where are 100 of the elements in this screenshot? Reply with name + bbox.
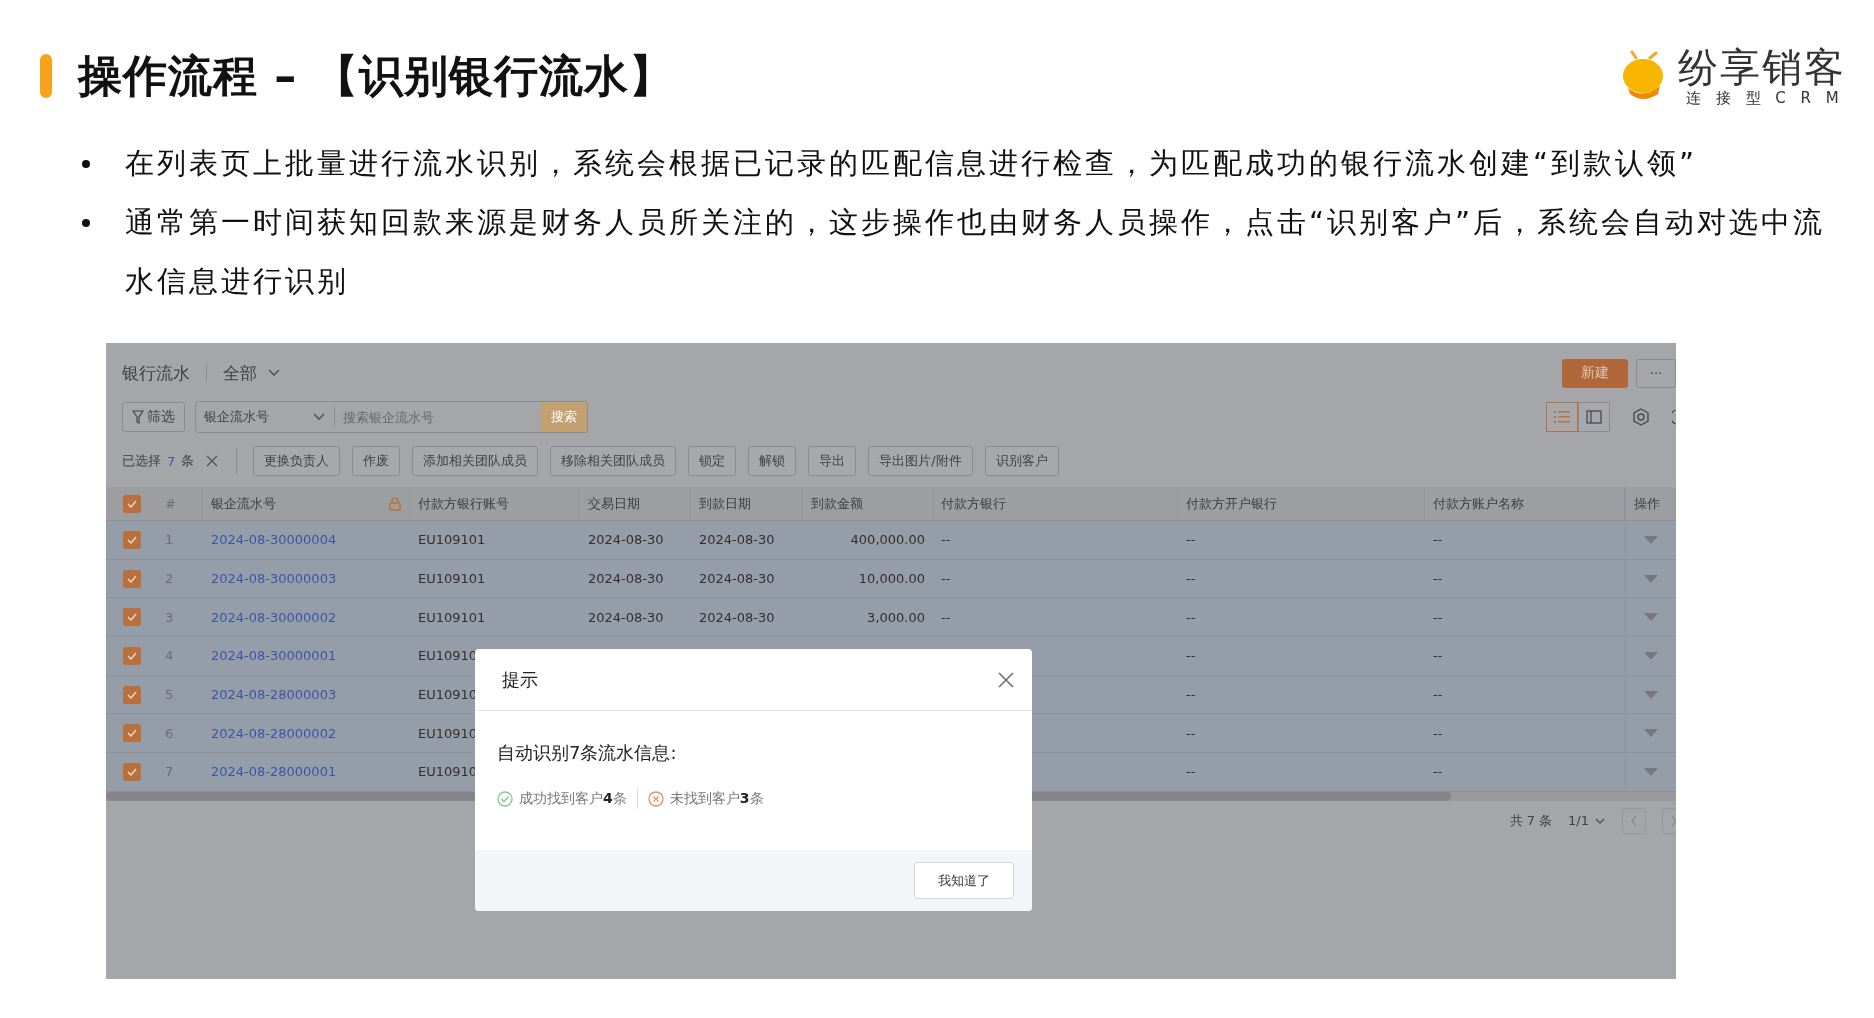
row-checkbox[interactable] <box>122 608 141 627</box>
view-dropdown[interactable]: 全部 <box>223 361 281 385</box>
chevron-down-icon <box>1594 816 1606 825</box>
serial-link[interactable]: 2024-08-28000002 <box>211 725 337 741</box>
serial-link[interactable]: 2024-08-30000003 <box>211 571 337 587</box>
action-button[interactable]: 导出 <box>808 446 857 476</box>
caret-down-icon <box>1644 535 1658 544</box>
table-cell: 2024-08-30 <box>588 532 664 548</box>
column-header: 到款金额 <box>811 494 863 513</box>
row-checkbox[interactable] <box>122 685 141 704</box>
action-button[interactable]: 识别客户 <box>984 446 1059 476</box>
panel-icon <box>1586 410 1602 424</box>
bullet-text: 通常第一时间获知回款来源是财务人员所关注的，这步操作也由财务人员操作，点击“识别客户”后，系统会自动对选中流水信息进行识别 <box>125 204 1827 300</box>
action-button[interactable]: 移除相关团队成员 <box>550 446 677 476</box>
logo-tagline: 连 接 型 C R M <box>1685 88 1845 108</box>
table-cell: -- <box>1433 764 1443 780</box>
column-header: 付款方银行 <box>941 494 1006 513</box>
column-header: 付款方开户银行 <box>1186 494 1277 513</box>
chevron-left-icon <box>1630 814 1638 827</box>
serial-link[interactable]: 2024-08-28000003 <box>211 687 337 703</box>
table-cell: -- <box>1433 532 1443 548</box>
table-cell: EU10910 <box>418 687 478 703</box>
filter-button[interactable]: 筛选 <box>122 402 185 432</box>
settings-icon <box>1632 408 1650 426</box>
table-cell: -- <box>1433 687 1443 703</box>
table-cell: -- <box>1433 571 1443 587</box>
table-cell: 2024-08-30 <box>588 571 664 587</box>
action-button[interactable]: 作废 <box>352 446 401 476</box>
table-cell: 2024-08-30 <box>699 609 775 625</box>
select-all-checkbox[interactable] <box>122 494 141 513</box>
close-icon <box>998 671 1014 688</box>
panel-view-button[interactable] <box>1578 402 1610 432</box>
table-cell: -- <box>1186 648 1196 664</box>
list-view-button[interactable] <box>1546 402 1578 432</box>
action-button[interactable]: 解锁 <box>748 446 797 476</box>
action-button[interactable]: 锁定 <box>688 446 737 476</box>
table-cell: 2024-08-30 <box>699 571 775 587</box>
caret-down-icon <box>1644 613 1658 622</box>
table-cell: 3,000.00 <box>867 609 925 625</box>
action-button[interactable]: 导出图片/附件 <box>868 446 973 476</box>
check-icon <box>126 767 137 776</box>
row-checkbox[interactable] <box>122 724 141 743</box>
table-cell: -- <box>1433 648 1443 664</box>
row-checkbox[interactable] <box>122 530 141 549</box>
caret-down-icon <box>1644 574 1658 583</box>
chevron-down-icon <box>267 368 281 378</box>
table-cell: -- <box>1186 687 1196 703</box>
chevron-right-icon <box>1670 814 1676 827</box>
row-checkbox[interactable] <box>122 646 141 665</box>
field-select[interactable]: 银企流水号 <box>196 407 335 427</box>
action-button[interactable]: 更换负责人 <box>253 446 341 476</box>
more-button[interactable]: ··· <box>1636 358 1676 388</box>
bullet-text: 在列表页上批量进行流水识别，系统会根据已记录的匹配信息进行检查，为匹配成功的银行流水创建“到款认领” <box>125 145 1699 182</box>
table-cell: EU10910 <box>418 725 478 741</box>
serial-link[interactable]: 2024-08-28000001 <box>211 764 337 780</box>
action-button[interactable]: 添加相关团队成员 <box>412 446 539 476</box>
logo-name: 纷享销客 <box>1678 44 1846 89</box>
bullet-dot <box>82 159 90 168</box>
row-checkbox[interactable] <box>122 762 141 781</box>
result-text: 成功找到客户4条 <box>519 790 627 808</box>
check-icon <box>126 729 137 738</box>
table-cell: EU10910 <box>418 764 478 780</box>
check-icon <box>126 574 137 583</box>
table-cell: 2024-08-30 <box>588 609 664 625</box>
table-cell: 400,000.00 <box>850 532 925 548</box>
column-header: 交易日期 <box>588 494 640 513</box>
table-cell: 2024-08-30 <box>699 532 775 548</box>
check-circle-icon <box>497 791 513 807</box>
check-icon <box>126 499 137 508</box>
row-checkbox[interactable] <box>122 569 141 588</box>
module-title: 银行流水 <box>122 361 190 385</box>
check-icon <box>126 535 137 544</box>
table-cell: EU109101 <box>418 609 486 625</box>
close-icon <box>206 455 219 467</box>
table-cell: -- <box>941 571 951 587</box>
selection-label: 已选择 <box>122 452 161 470</box>
column-header: 付款方银行账号 <box>418 494 509 513</box>
table-cell: -- <box>1186 532 1196 548</box>
search-button[interactable]: 搜索 <box>541 402 587 432</box>
caret-down-icon <box>1644 767 1658 776</box>
list-icon <box>1554 411 1570 423</box>
caret-down-icon <box>1644 651 1658 660</box>
table-cell: -- <box>1186 725 1196 741</box>
column-header: # <box>165 496 176 511</box>
column-header: 付款方账户名称 <box>1433 494 1524 513</box>
column-header: 银企流水号 <box>211 494 276 513</box>
new-button[interactable]: 新建 <box>1562 358 1628 388</box>
serial-link[interactable]: 2024-08-30000002 <box>211 609 337 625</box>
acknowledge-button[interactable]: 我知道了 <box>914 862 1014 899</box>
serial-link[interactable]: 2024-08-30000001 <box>211 648 337 664</box>
search-field[interactable]: 银企流水号 搜索银企流水号 搜索 <box>195 401 588 433</box>
close-button[interactable] <box>996 669 1016 690</box>
accent-bar <box>40 54 52 98</box>
total-count: 共 7 条 <box>1509 811 1553 830</box>
page-dropdown[interactable]: 1/1 <box>1568 813 1606 829</box>
table-cell: -- <box>1433 725 1443 741</box>
dialog-message: 自动识别7条流水信息: <box>497 741 678 765</box>
error-circle-icon <box>647 791 664 807</box>
serial-link[interactable]: 2024-08-30000004 <box>211 532 337 548</box>
filter-icon <box>132 410 144 424</box>
